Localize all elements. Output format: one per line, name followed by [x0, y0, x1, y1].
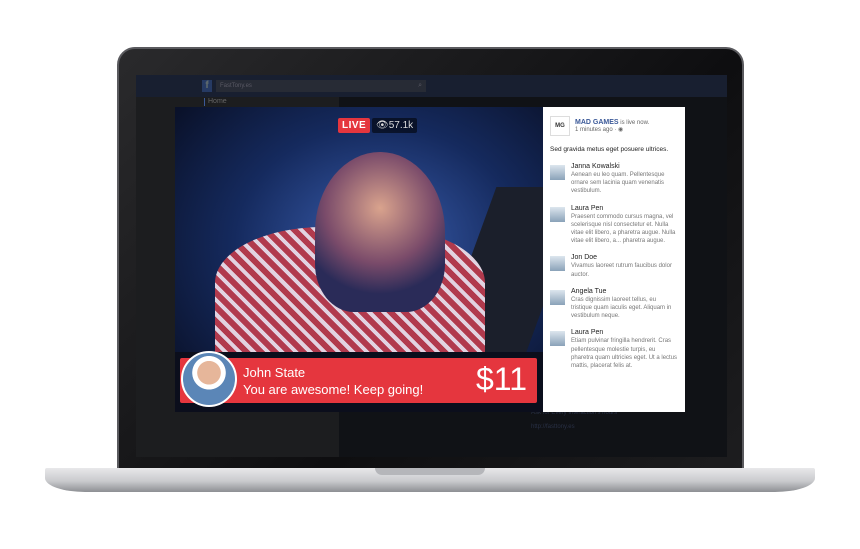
donor-avatar: [181, 351, 237, 407]
viewer-count-value: 57.1k: [388, 120, 414, 131]
comment: Jon Doe Vivamus laoreet rutrum faucibus d…: [550, 254, 678, 278]
comment-text: Aenean eu leo quam. Pellentesque ornare …: [571, 172, 665, 195]
post-text: Sed gravida metus eget posuere ultrices.: [550, 146, 669, 153]
eye-icon: 👁: [376, 120, 389, 131]
comment-text: Etiam pulvinar fringilla hendrerit. Cras…: [571, 338, 678, 370]
donation-amount: $11: [475, 361, 527, 397]
laptop-base: [45, 468, 815, 492]
comment: Janna Kowalski Aenean eu leo quam. Pellen…: [550, 163, 678, 196]
comment-text: Praesent commodo cursus magna, vel scele…: [571, 213, 676, 245]
comment-author[interactable]: Laura Pen: [571, 329, 678, 336]
comment: Angela Tue Cras dignissim laoreet tellus,…: [550, 288, 678, 321]
comment-text: Vivamus laoreet rutrum faucibus dolor au…: [571, 263, 672, 278]
avatar[interactable]: [550, 331, 565, 347]
donor-name: John State: [243, 365, 306, 380]
comments-panel: MG MAD GAMES is live now. 1 minutes ago …: [543, 107, 685, 412]
avatar[interactable]: [550, 206, 565, 222]
comment-author[interactable]: Angela Tue: [571, 288, 678, 295]
comment-author[interactable]: Janna Kowalski: [571, 163, 678, 170]
video-gamer-head: [315, 152, 445, 312]
comment: Laura Pen Etiam pulvinar fringilla hendre…: [550, 329, 678, 370]
live-video[interactable]: LIVE 👁57.1k John State You are awesome! …: [175, 107, 543, 412]
post-header: MG MAD GAMES is live now. 1 minutes ago …: [550, 115, 678, 137]
live-status: is live now.: [620, 120, 650, 126]
avatar[interactable]: [550, 289, 565, 305]
donation-message: You are awesome! Keep going!: [243, 382, 424, 397]
nav-home[interactable]: Home: [204, 98, 227, 106]
laptop-notch: [375, 468, 485, 475]
comment-author[interactable]: Jon Doe: [571, 254, 678, 261]
comment-text: Cras dignissim laoreet tellus, eu tristi…: [571, 296, 672, 320]
page-name[interactable]: MAD GAMES: [575, 119, 619, 126]
comment-author[interactable]: Laura Pen: [571, 205, 678, 212]
viewer-count: 👁57.1k: [372, 118, 418, 133]
globe-icon: ◉: [618, 127, 624, 133]
live-badge: LIVE: [338, 118, 371, 133]
post-time[interactable]: 1 minutes ago ·: [575, 127, 618, 133]
page-logo[interactable]: MG: [550, 116, 570, 136]
avatar[interactable]: [550, 165, 565, 180]
avatar[interactable]: [550, 256, 565, 272]
comment: Laura Pen Praesent commodo cursus magna, …: [550, 205, 678, 246]
